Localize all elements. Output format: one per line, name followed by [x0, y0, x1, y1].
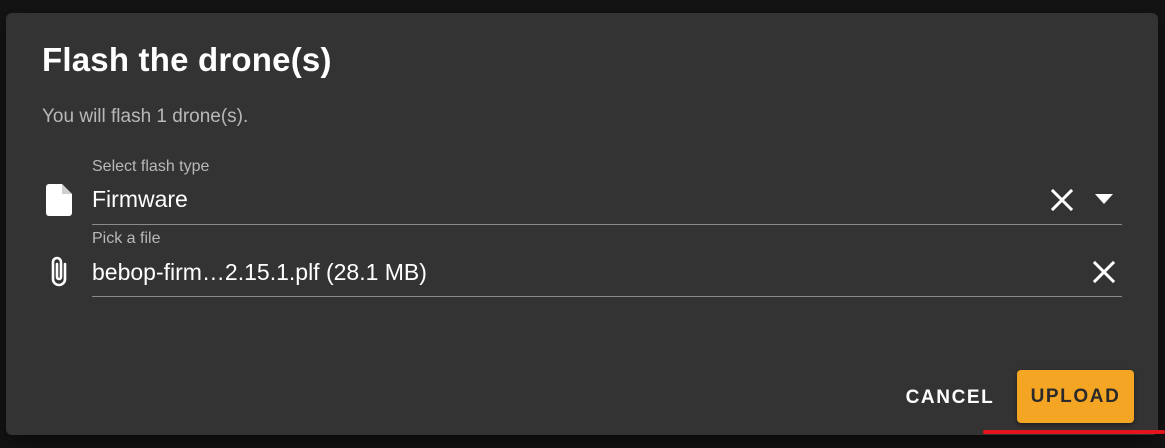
paperclip-icon [48, 255, 70, 289]
flash-type-label: Select flash type [92, 158, 210, 175]
file-picker-underline [92, 296, 1122, 297]
flash-type-select[interactable]: Firmware [92, 186, 188, 213]
file-icon [46, 184, 72, 216]
dialog-subtitle: You will flash 1 drone(s). [42, 106, 249, 127]
dropdown-arrow-icon[interactable] [1095, 194, 1113, 204]
clear-flash-type-icon[interactable] [1050, 188, 1074, 212]
dialog-title: Flash the drone(s) [42, 41, 332, 78]
flash-type-underline [92, 224, 1122, 225]
annotation-underline [983, 430, 1165, 434]
flash-dialog: Flash the drone(s) You will flash 1 dron… [6, 13, 1158, 435]
upload-button[interactable]: UPLOAD [1017, 370, 1134, 423]
cancel-button[interactable]: CANCEL [890, 373, 1010, 423]
file-picker-input[interactable]: bebop-firm…2.15.1.plf (28.1 MB) [92, 259, 427, 286]
file-picker-label: Pick a file [92, 230, 161, 247]
clear-file-icon[interactable] [1092, 260, 1116, 284]
